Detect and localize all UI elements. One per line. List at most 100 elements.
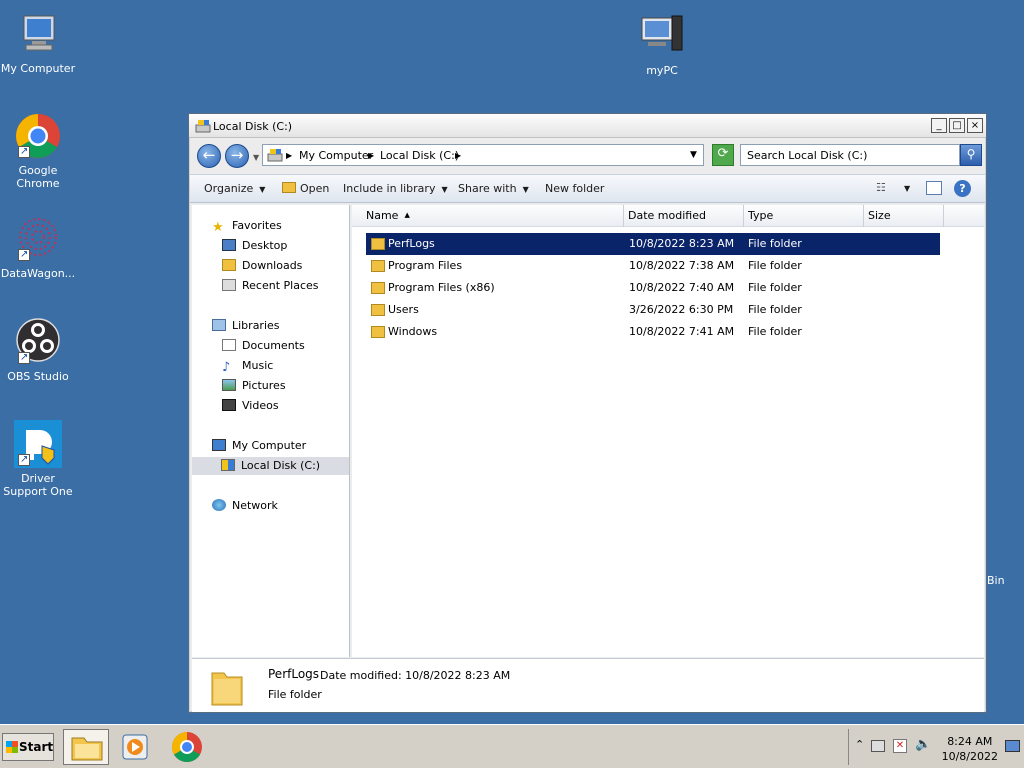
taskbar-media-player[interactable]: [113, 729, 159, 765]
nav-libraries[interactable]: Libraries: [212, 317, 280, 335]
desktop-icon-obs-studio[interactable]: OBS Studio: [0, 318, 76, 383]
nav-recent-places[interactable]: Recent Places: [222, 277, 319, 295]
obs-icon: [14, 318, 62, 366]
breadcrumb-arrow-icon[interactable]: ▶: [455, 151, 461, 160]
breadcrumb-arrow-icon[interactable]: ▶: [286, 151, 292, 160]
file-row[interactable]: Program Files 10/8/2022 7:38 AM File fol…: [366, 255, 940, 277]
include-in-library-menu[interactable]: Include in library ▼: [343, 182, 448, 195]
breadcrumb-my-computer[interactable]: My Computer: [299, 149, 373, 162]
drive-icon: [267, 148, 283, 162]
share-label: Share with: [458, 182, 517, 195]
file-row[interactable]: Program Files (x86) 10/8/2022 7:40 AM Fi…: [366, 277, 940, 299]
address-bar[interactable]: ▶ My Computer ▶ Local Disk (C:) ▶ ▼: [262, 144, 704, 166]
drive-icon: [221, 459, 235, 471]
music-note-icon: ♪: [222, 360, 231, 375]
window-title: Local Disk (C:): [213, 120, 293, 133]
clock[interactable]: 8:24 AM 10/8/2022: [942, 734, 998, 764]
close-button[interactable]: ×: [967, 118, 983, 133]
maximize-button[interactable]: □: [949, 118, 965, 133]
show-hidden-icons-icon[interactable]: ⌃: [855, 738, 864, 751]
nav-label: Network: [232, 499, 278, 512]
folder-icon: [371, 282, 385, 294]
forward-button[interactable]: →: [225, 144, 249, 168]
column-header-size[interactable]: Size: [864, 205, 944, 227]
nav-videos[interactable]: Videos: [222, 397, 279, 415]
organize-menu[interactable]: Organize ▼: [204, 182, 265, 195]
details-type: File folder: [268, 688, 322, 701]
downloads-folder-icon: [222, 259, 236, 271]
folder-open-icon: [282, 182, 296, 193]
window-titlebar[interactable]: Local Disk (C:) _ □ ×: [189, 114, 986, 138]
share-with-menu[interactable]: Share with ▼: [458, 182, 529, 195]
open-button[interactable]: Open: [282, 182, 329, 195]
details-name: PerfLogs: [268, 667, 320, 681]
nav-local-disk[interactable]: Local Disk (C:): [192, 457, 349, 475]
desktop-icon-datawagon[interactable]: DataWagon...: [0, 215, 76, 280]
pictures-icon: [222, 379, 236, 391]
recycle-bin-label[interactable]: Bin: [987, 574, 1005, 587]
file-date: 10/8/2022 7:40 AM: [629, 281, 735, 294]
help-icon[interactable]: ?: [954, 180, 971, 197]
column-header-type[interactable]: Type: [744, 205, 864, 227]
nav-music[interactable]: ♪ Music: [222, 357, 273, 375]
view-dropdown-icon[interactable]: ▼: [904, 184, 910, 193]
file-name: Users: [388, 303, 419, 316]
minimize-button[interactable]: _: [931, 118, 947, 133]
chrome-icon: [14, 112, 62, 160]
network-globe-icon: [212, 499, 226, 511]
desktop-icon-label: OBS Studio: [7, 370, 69, 383]
desktop-icon-label: My Computer: [0, 62, 76, 75]
desktop-icon-my-computer[interactable]: My Computer: [0, 10, 76, 75]
desktop-icon-mypc[interactable]: myPC: [624, 12, 700, 77]
command-bar: Organize ▼ Open Include in library ▼ Share…: [190, 174, 985, 203]
nav-favorites[interactable]: ★ Favorites: [212, 217, 282, 235]
nav-downloads[interactable]: Downloads: [222, 257, 302, 275]
action-center-icon[interactable]: ✕: [893, 739, 907, 753]
file-name: Program Files (x86): [388, 281, 495, 294]
volume-icon[interactable]: 🔈: [915, 737, 931, 752]
folder-icon: [371, 304, 385, 316]
windows-logo-icon: [6, 741, 18, 753]
documents-icon: [222, 339, 236, 351]
desktop-icon-google-chrome[interactable]: Google Chrome: [0, 112, 76, 190]
refresh-button[interactable]: ⟳: [712, 144, 734, 166]
file-row[interactable]: Users 3/26/2022 6:30 PM File folder: [366, 299, 940, 321]
column-label: Name: [366, 209, 399, 222]
computer-icon: [14, 10, 62, 58]
breadcrumb-local-disk[interactable]: Local Disk (C:): [380, 149, 459, 162]
desktop-icon-driver-support-one[interactable]: Driver Support One: [0, 420, 76, 498]
navigation-pane: ★ Favorites Desktop Downloads Recent Plac…: [192, 205, 350, 657]
drive-icon: [195, 119, 211, 133]
nav-label: My Computer: [232, 439, 307, 452]
file-date: 3/26/2022 6:30 PM: [629, 303, 734, 316]
file-row[interactable]: Windows 10/8/2022 7:41 AM File folder: [366, 321, 940, 343]
nav-my-computer[interactable]: My Computer: [212, 437, 306, 455]
nav-label: Desktop: [242, 239, 288, 252]
show-desktop-icon[interactable]: [1005, 740, 1020, 752]
nav-desktop[interactable]: Desktop: [222, 237, 287, 255]
search-button[interactable]: ⚲: [960, 144, 982, 166]
view-options-icon[interactable]: ☷: [876, 181, 886, 194]
taskbar-explorer[interactable]: [63, 729, 109, 765]
back-button[interactable]: ←: [197, 144, 221, 168]
dropdown-arrow-icon: ▼: [522, 185, 529, 194]
nav-documents[interactable]: Documents: [222, 337, 305, 355]
desktop-icon-label: Google Chrome: [16, 164, 60, 190]
start-button[interactable]: Start: [2, 733, 54, 761]
file-type: File folder: [748, 325, 802, 338]
breadcrumb-arrow-icon[interactable]: ▶: [368, 151, 374, 160]
search-input[interactable]: Search Local Disk (C:): [740, 144, 960, 166]
nav-pictures[interactable]: Pictures: [222, 377, 286, 395]
new-folder-button[interactable]: New folder: [545, 182, 604, 195]
column-header-date[interactable]: Date modified: [624, 205, 744, 227]
star-icon: ★: [212, 220, 224, 235]
file-type: File folder: [748, 259, 802, 272]
column-header-name[interactable]: Name ▲: [352, 205, 624, 227]
preview-pane-icon[interactable]: [926, 181, 942, 195]
address-dropdown-icon[interactable]: ▼: [690, 150, 697, 160]
nav-network[interactable]: Network: [212, 497, 278, 515]
file-row[interactable]: PerfLogs 10/8/2022 8:23 AM File folder: [366, 233, 940, 255]
taskbar-chrome[interactable]: [164, 729, 210, 765]
recent-pages-dropdown-icon[interactable]: ▼: [253, 153, 259, 162]
network-status-icon[interactable]: [871, 740, 885, 752]
